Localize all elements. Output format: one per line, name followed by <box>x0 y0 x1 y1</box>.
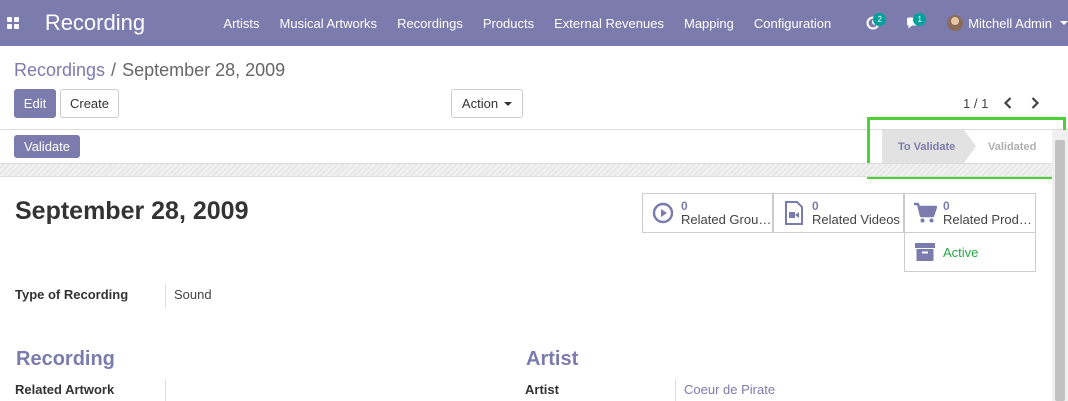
menu-item-recordings[interactable]: Recordings <box>387 16 473 31</box>
related-products-button[interactable]: 0 Related Prod… <box>904 193 1036 233</box>
create-button[interactable]: Create <box>60 89 119 118</box>
apps-grid-icon <box>7 17 20 29</box>
record-title: September 28, 2009 <box>15 197 249 225</box>
related-videos-button[interactable]: 0 Related Videos <box>773 193 904 233</box>
messages-count-badge: 1 <box>913 13 927 26</box>
top-navbar: Recording Artists Musical Artworks Recor… <box>0 0 1068 46</box>
avatar <box>947 15 964 31</box>
menu-item-products[interactable]: Products <box>473 16 544 31</box>
chevron-down-icon <box>1060 21 1068 25</box>
related-products-label: Related Prod… <box>943 213 1032 227</box>
pager-previous-button[interactable] <box>1000 94 1016 112</box>
related-artwork-label: Related Artwork <box>15 382 115 397</box>
sheet-background <box>0 163 1052 177</box>
menu-item-musical-artworks[interactable]: Musical Artworks <box>270 16 388 31</box>
breadcrumb: Recordings / September 28, 2009 <box>14 60 285 81</box>
systray: 2 1 Mitchell Admin <box>853 0 1068 46</box>
breadcrumb-parent-link[interactable]: Recordings <box>14 60 105 80</box>
menu-item-mapping[interactable]: Mapping <box>674 16 744 31</box>
menu-item-external-revenues[interactable]: External Revenues <box>544 16 674 31</box>
related-products-count: 0 <box>943 199 950 213</box>
artist-link[interactable]: Coeur de Pirate <box>684 382 775 397</box>
validate-button[interactable]: Validate <box>14 135 80 158</box>
app-title: Recording <box>44 10 146 35</box>
action-label: Action <box>461 96 499 111</box>
menu-item-artists[interactable]: Artists <box>213 16 269 31</box>
activity-count-badge: 2 <box>873 13 887 26</box>
type-of-recording-label: Type of Recording <box>15 287 129 302</box>
active-label: Active <box>943 244 979 260</box>
shopping-cart-icon <box>913 201 937 225</box>
field-separator <box>165 379 166 401</box>
action-dropdown-button[interactable]: Action <box>451 89 523 118</box>
type-of-recording-value[interactable]: Sound <box>174 287 212 302</box>
pager-next-button[interactable] <box>1027 94 1043 112</box>
field-separator <box>675 379 676 401</box>
artist-label: Artist <box>525 382 559 397</box>
menu-item-configuration[interactable]: Configuration <box>744 16 841 31</box>
breadcrumb-separator: / <box>111 60 117 80</box>
caret-down-icon <box>504 101 513 106</box>
related-videos-label: Related Videos <box>812 213 900 227</box>
field-separator <box>165 284 166 308</box>
pager-value[interactable]: 1 / 1 <box>963 96 988 111</box>
apps-menu-button[interactable] <box>0 0 27 46</box>
active-toggle-button[interactable]: Active <box>904 232 1036 272</box>
scrollbar-thumb[interactable] <box>1055 140 1065 401</box>
artist-section-title: Artist <box>526 348 579 370</box>
related-videos-count: 0 <box>812 199 819 213</box>
related-groups-count: 0 <box>681 199 688 213</box>
recording-section-title: Recording <box>16 348 115 370</box>
activity-button[interactable]: 2 <box>853 0 893 46</box>
related-groups-label: Related Grou… <box>681 213 772 227</box>
chevron-right-icon <box>1031 97 1040 109</box>
edit-button[interactable]: Edit <box>14 89 56 118</box>
archive-icon <box>913 240 937 264</box>
play-circle-icon <box>651 201 675 225</box>
messages-button[interactable]: 1 <box>893 0 933 46</box>
video-file-icon <box>782 201 806 225</box>
main-menu: Artists Musical Artworks Recordings Prod… <box>213 0 841 46</box>
related-groups-button[interactable]: 0 Related Grou… <box>642 193 773 233</box>
chevron-left-icon <box>1003 97 1012 109</box>
breadcrumb-current: September 28, 2009 <box>122 60 286 80</box>
user-menu[interactable]: Mitchell Admin <box>947 15 1068 31</box>
user-name: Mitchell Admin <box>968 15 1052 31</box>
